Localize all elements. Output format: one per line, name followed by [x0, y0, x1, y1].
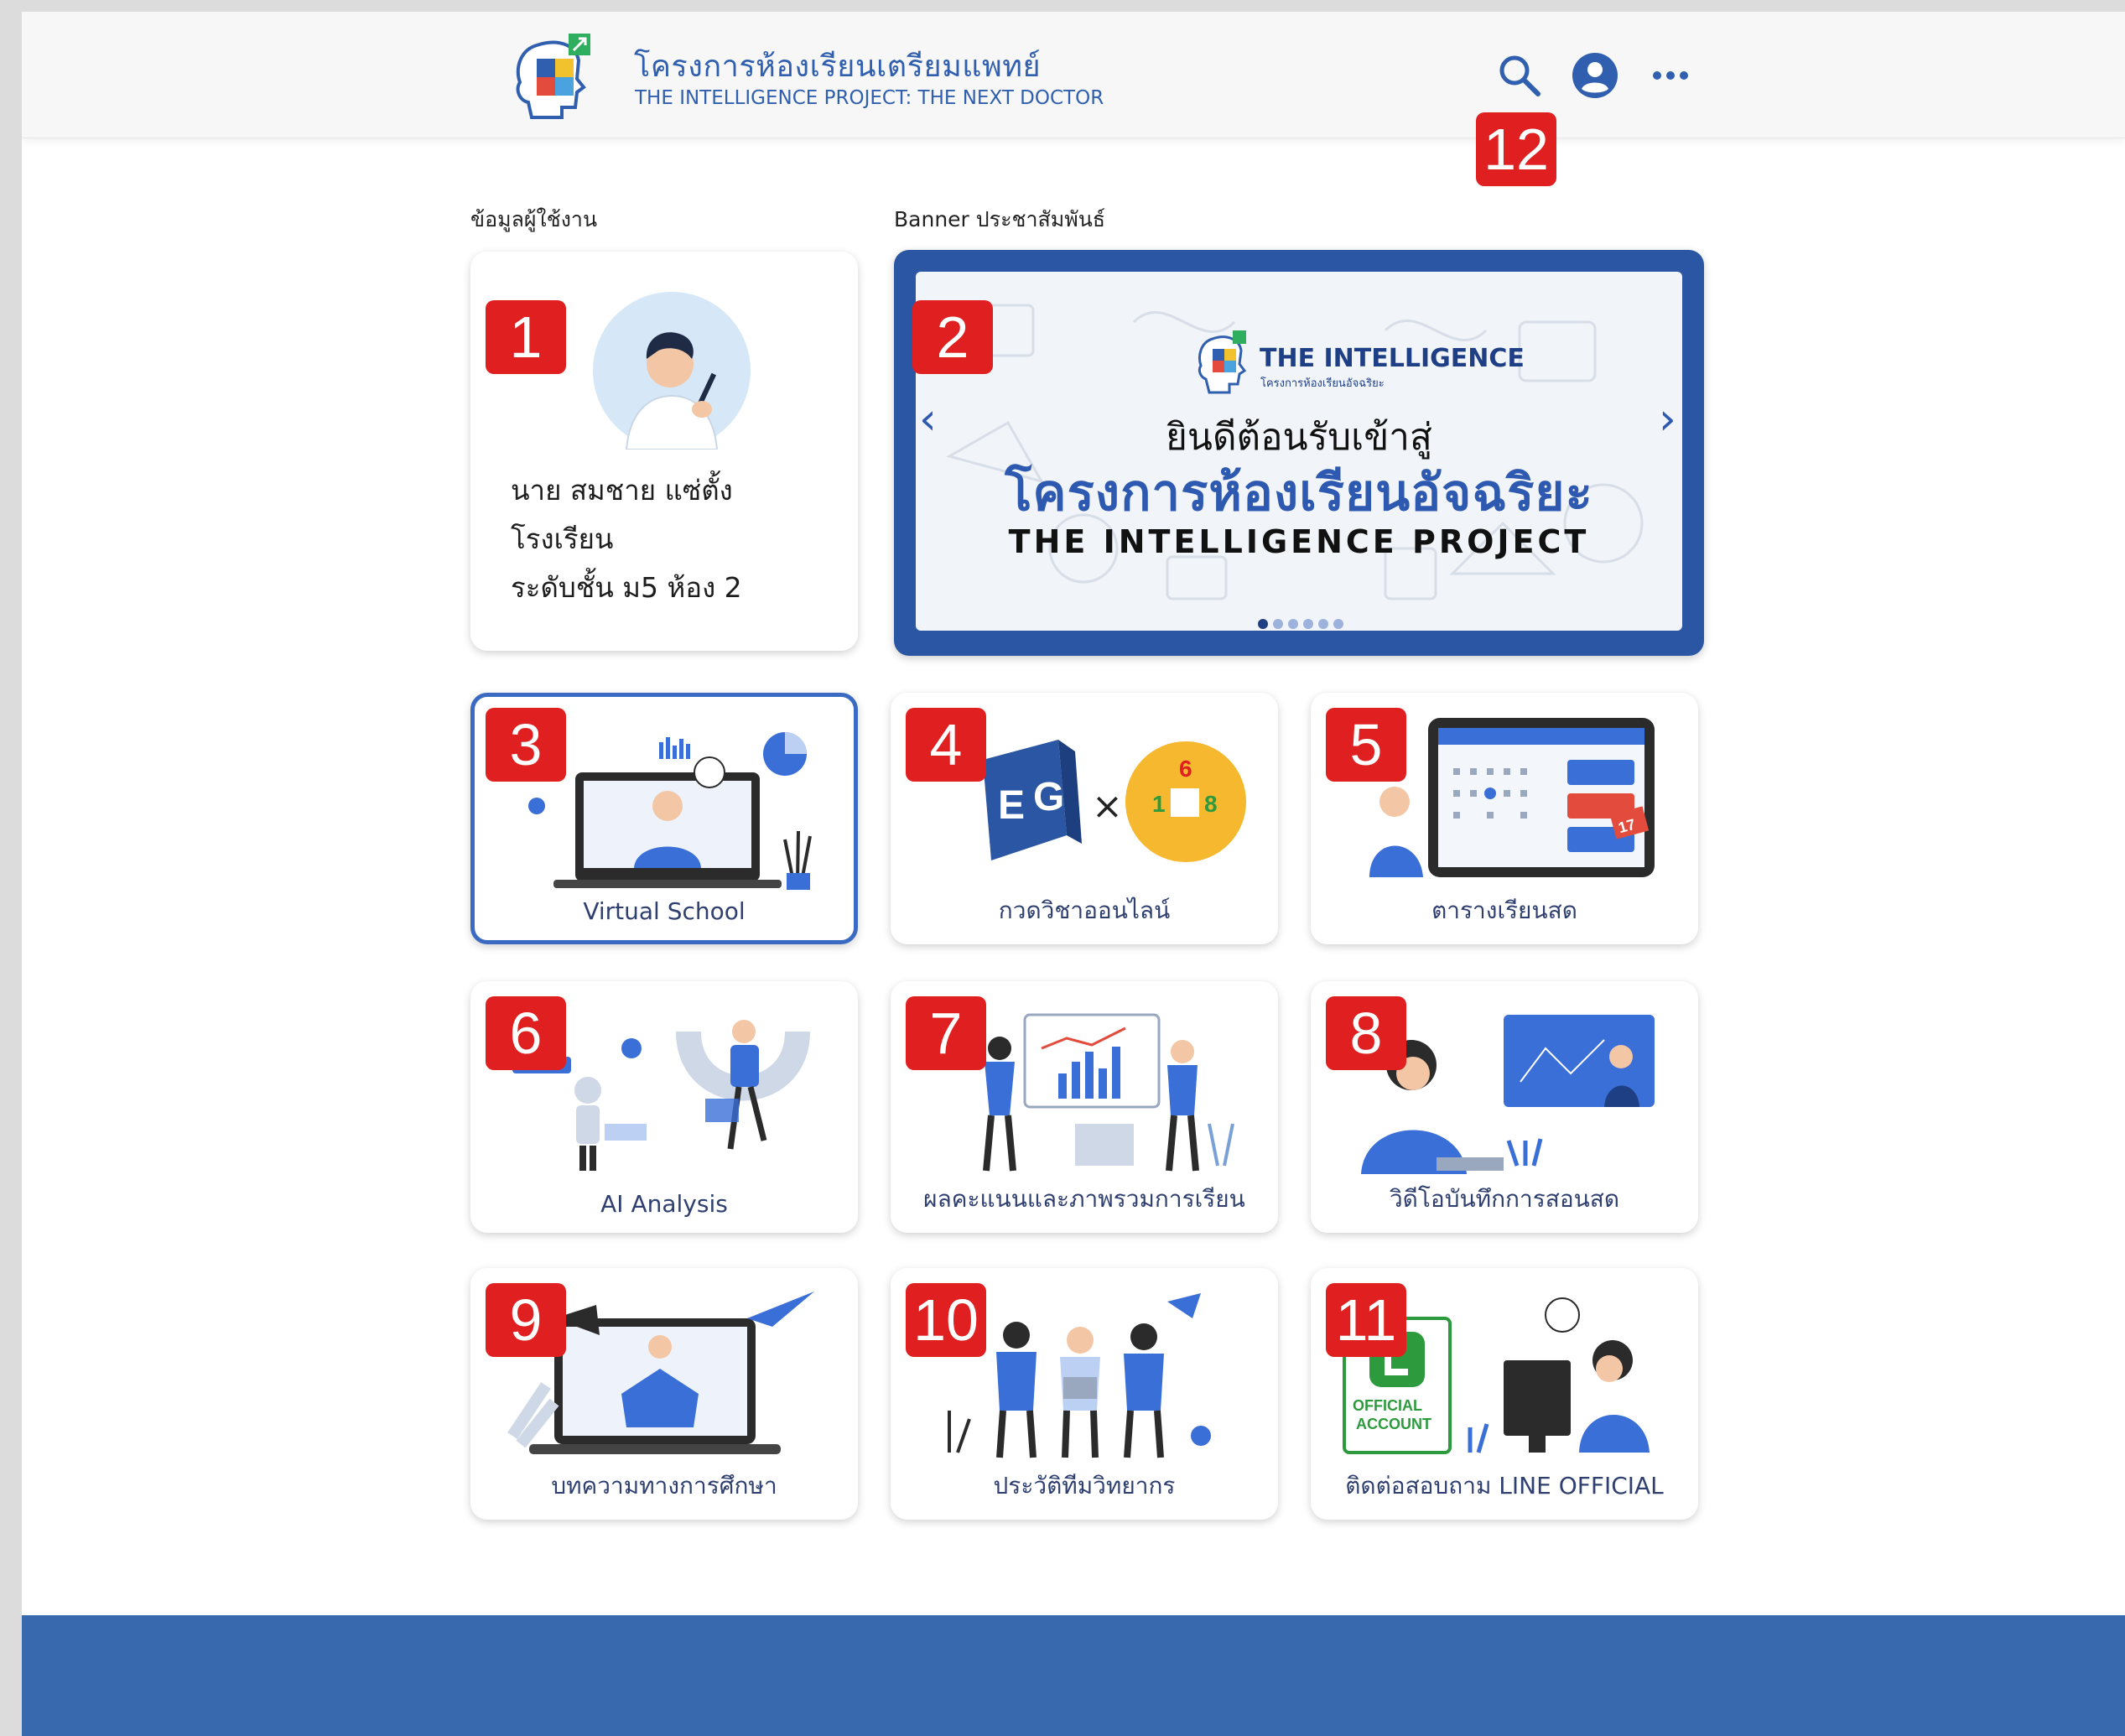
banner-subtitle: THE INTELLIGENCE PROJECT [1008, 523, 1590, 560]
game-number-1: 1 [1152, 791, 1166, 817]
app-frame: โครงการห้องเรียนเตรียมแพทย์ THE INTELLIG… [22, 12, 2125, 1736]
banner-section-label: Banner ประชาสัมพันธ์ [894, 207, 1106, 231]
annotation-badge-4: 4 [906, 708, 986, 782]
banner-dot[interactable] [1258, 619, 1268, 629]
project-logo-icon[interactable] [512, 27, 602, 126]
profile-class-level: ระดับชั้น ม5 ห้อง 2 [511, 571, 742, 604]
more-options-icon[interactable] [1647, 52, 1694, 99]
line-account-text: ACCOUNT [1356, 1416, 1431, 1432]
annotation-badge-5: 5 [1326, 708, 1406, 782]
eg-logo-letter-g: G [1033, 775, 1064, 819]
annotation-badge-10: 10 [906, 1283, 986, 1357]
tile-label: ผลคะแนนและภาพรวมการเรียน [923, 1185, 1245, 1213]
banner-pagination-dots[interactable] [1258, 619, 1343, 629]
banner-dot[interactable] [1288, 619, 1298, 629]
banner-title: โครงการห้องเรียนอัจฉริยะ [1005, 464, 1593, 522]
eg-logo-letter-e: E [998, 783, 1025, 828]
banner-dot[interactable] [1273, 619, 1283, 629]
promo-banner-carousel[interactable]: THE INTELLIGENCE โครงการห้องเรียนอัจฉริย… [894, 250, 1704, 656]
tile-label: ติดต่อสอบถาม LINE OFFICIAL [1345, 1472, 1664, 1500]
annotation-badge-7: 7 [906, 996, 986, 1070]
user-account-icon[interactable] [1572, 52, 1618, 99]
search-icon[interactable] [1496, 52, 1543, 99]
banner-logo-title: THE INTELLIGENCE [1260, 344, 1525, 373]
annotation-badge-12: 12 [1476, 112, 1556, 186]
page-footer [22, 1615, 2125, 1736]
profile-school: โรงเรียน [511, 522, 614, 555]
banner-prev-arrow-icon[interactable]: ‹ [919, 394, 937, 444]
tile-label: วิดีโอบันทึกการสอนสด [1389, 1185, 1620, 1213]
banner-dot[interactable] [1303, 619, 1313, 629]
banner-logo-subtitle: โครงการห้องเรียนอัจฉริยะ [1260, 377, 1385, 390]
annotation-badge-6: 6 [486, 996, 566, 1070]
annotation-badge-2: 2 [912, 300, 993, 374]
tile-label: ตารางเรียนสด [1431, 897, 1577, 924]
tile-label: บทความทางการศึกษา [551, 1472, 777, 1500]
banner-next-arrow-icon[interactable]: › [1659, 394, 1676, 444]
annotation-badge-8: 8 [1326, 996, 1406, 1070]
line-official-text: OFFICIAL [1353, 1397, 1422, 1414]
game-number-8: 8 [1204, 791, 1218, 817]
tile-label: AI Analysis [600, 1190, 728, 1218]
times-symbol: × [1092, 785, 1123, 828]
profile-name: นาย สมชาย แซ่ตั้ง [511, 474, 733, 507]
game-number-6: 6 [1179, 756, 1192, 782]
annotation-badge-3: 3 [486, 708, 566, 782]
banner-dot[interactable] [1333, 619, 1343, 629]
app-subtitle: THE INTELLIGENCE PROJECT: THE NEXT DOCTO… [635, 87, 1104, 109]
avatar [593, 292, 751, 450]
banner-logo-icon [1198, 330, 1247, 394]
banner-dot[interactable] [1318, 619, 1328, 629]
banner-slide[interactable]: THE INTELLIGENCE โครงการห้องเรียนอัจฉริย… [916, 272, 1682, 631]
tile-label: กวดวิชาออนไลน์ [998, 897, 1171, 924]
annotation-badge-1: 1 [486, 300, 566, 374]
tile-label: ประวัติทีมวิทยากร [993, 1472, 1176, 1500]
app-title: โครงการห้องเรียนเตรียมแพทย์ [634, 49, 1042, 84]
top-header: โครงการห้องเรียนเตรียมแพทย์ THE INTELLIG… [22, 12, 2125, 138]
user-info-section-label: ข้อมูลผู้ใช้งาน [470, 207, 598, 231]
annotation-badge-9: 9 [486, 1283, 566, 1357]
annotation-badge-11: 11 [1326, 1283, 1406, 1357]
tile-label: Virtual School [583, 897, 746, 925]
